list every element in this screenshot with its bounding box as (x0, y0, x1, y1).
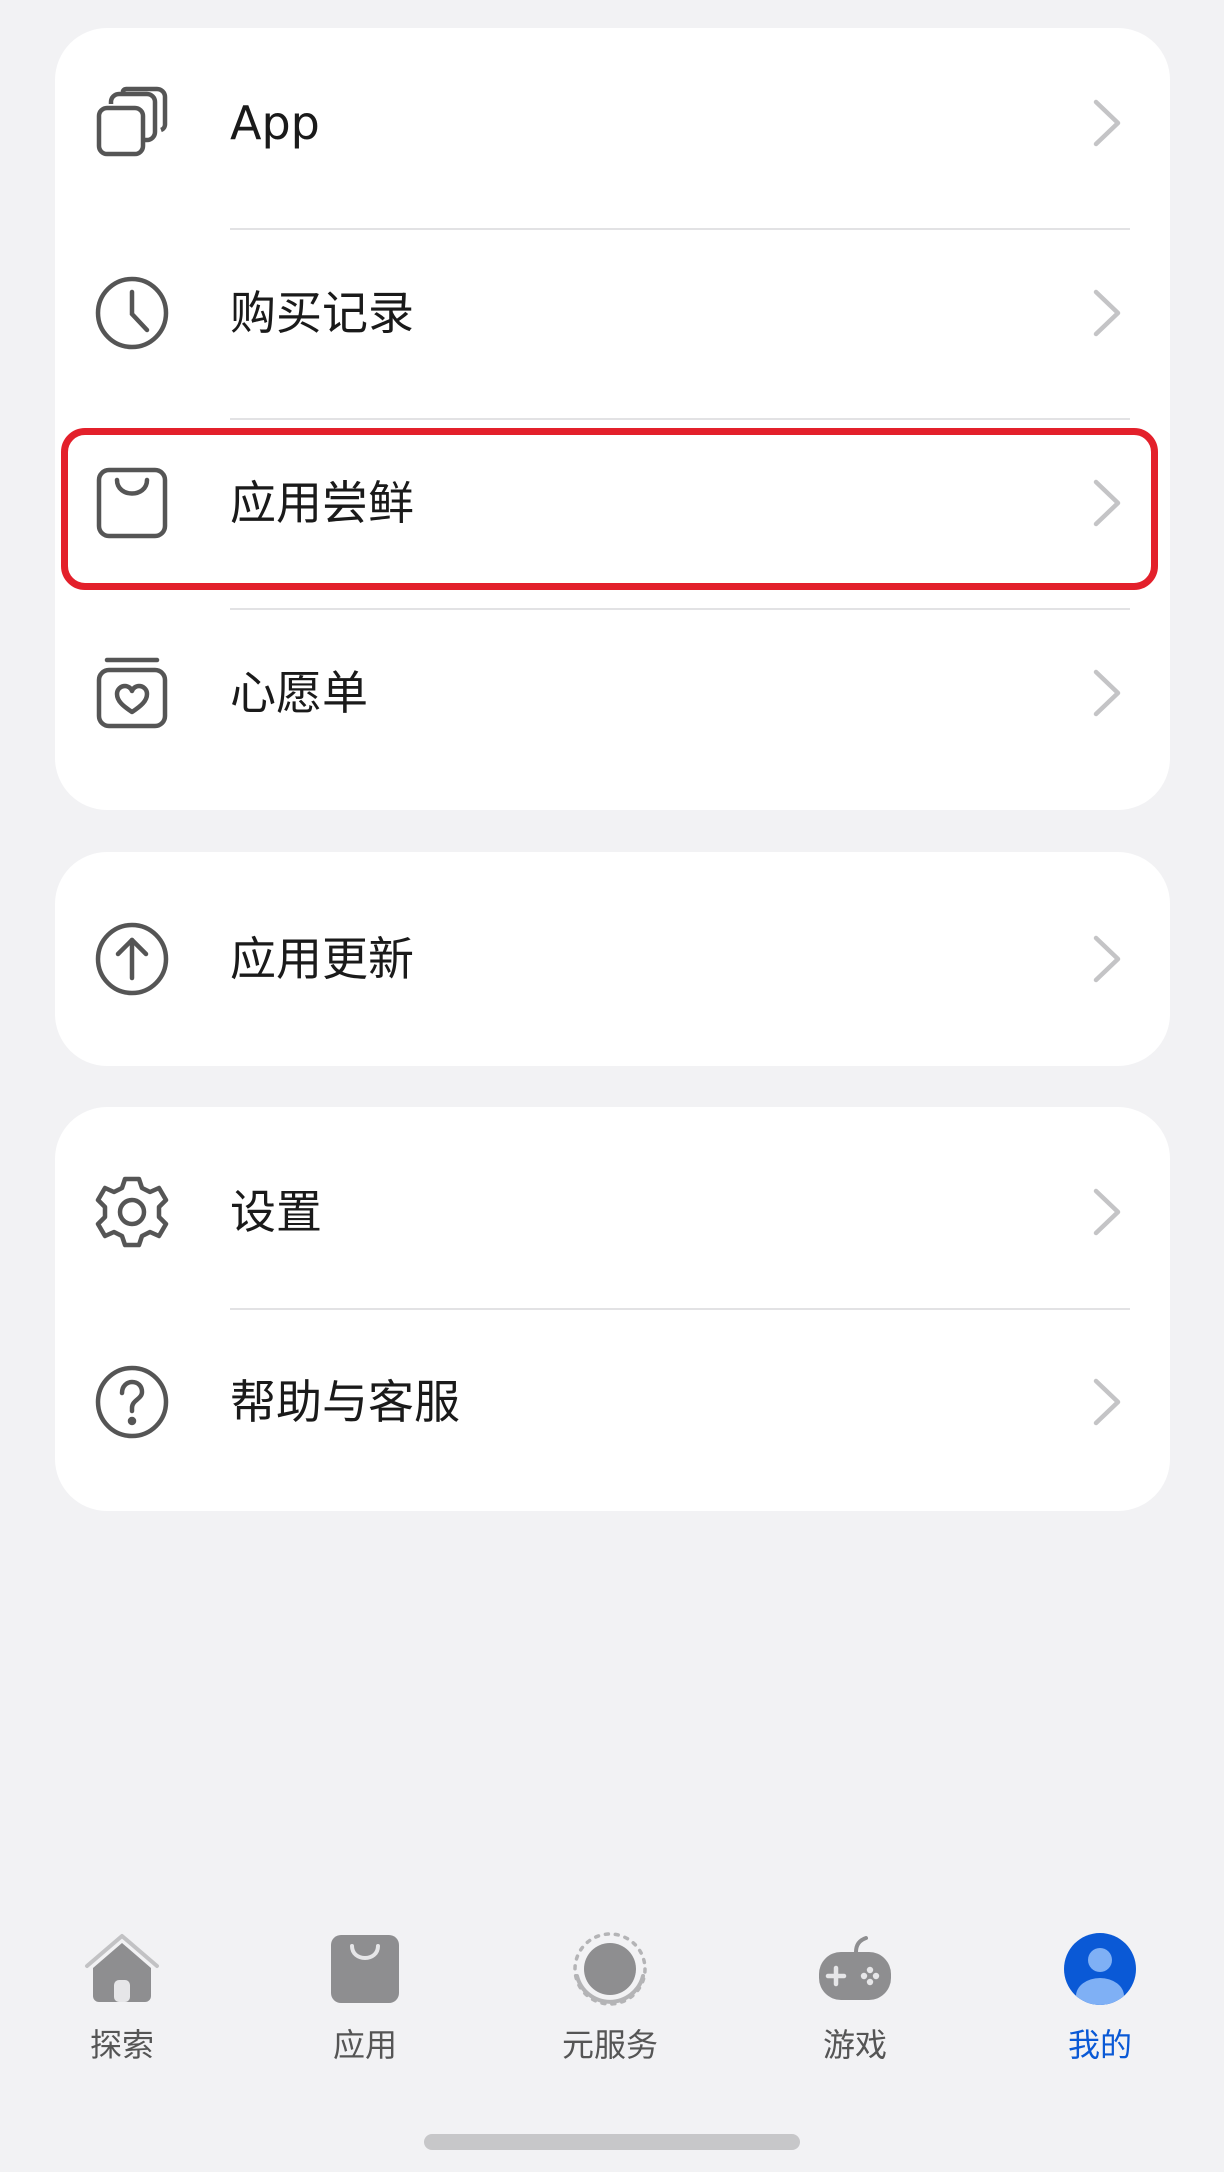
tab-apps[interactable]: 应用 (265, 1920, 465, 2070)
bottom-tab-bar: 探索 应用 元服务 游戏 我的 (0, 1920, 1224, 2070)
menu-card-3: 设置 帮助与客服 (55, 1107, 1170, 1511)
menu-item-label: App (230, 96, 320, 150)
home-icon (83, 1930, 161, 2008)
menu-card-2: 应用更新 (55, 852, 1170, 1066)
shopping-bag-icon (95, 466, 169, 540)
chevron-right-icon (1080, 98, 1130, 148)
menu-item-label: 应用更新 (230, 932, 414, 986)
chevron-right-icon (1080, 478, 1130, 528)
menu-item-label: 帮助与客服 (230, 1375, 460, 1429)
menu-card-1: App 购买记录 应用尝鲜 心愿单 (55, 28, 1170, 810)
menu-item-settings[interactable]: 设置 (55, 1117, 1170, 1307)
clock-icon (95, 276, 169, 350)
menu-item-label: 心愿单 (230, 666, 368, 720)
tab-label: 探索 (89, 2026, 154, 2064)
heart-box-icon (95, 656, 169, 730)
menu-item-app[interactable]: App (55, 28, 1170, 218)
atomic-service-icon (571, 1930, 649, 2008)
tab-explore[interactable]: 探索 (22, 1920, 222, 2070)
menu-item-app-trial[interactable]: 应用尝鲜 (55, 408, 1170, 598)
gear-icon (95, 1175, 169, 1249)
chevron-right-icon (1080, 1187, 1130, 1237)
tab-label: 元服务 (561, 2026, 658, 2064)
tab-label: 应用 (332, 2026, 397, 2064)
menu-item-help-support[interactable]: 帮助与客服 (55, 1307, 1170, 1497)
menu-item-purchase-history[interactable]: 购买记录 (55, 218, 1170, 408)
menu-item-label: 购买记录 (230, 286, 414, 340)
menu-item-wishlist[interactable]: 心愿单 (55, 598, 1170, 788)
chevron-right-icon (1080, 1377, 1130, 1427)
chevron-right-icon (1080, 668, 1130, 718)
profile-icon (1061, 1930, 1139, 2008)
bag-icon (326, 1930, 404, 2008)
question-circle-icon (95, 1365, 169, 1439)
menu-item-label: 设置 (230, 1185, 322, 1239)
tab-label: 我的 (1067, 2026, 1132, 2064)
tab-games[interactable]: 游戏 (755, 1920, 955, 2070)
gamepad-icon (816, 1930, 894, 2008)
tab-atomic-services[interactable]: 元服务 (510, 1920, 710, 2070)
tab-me[interactable]: 我的 (1000, 1920, 1200, 2070)
menu-item-label: 应用尝鲜 (230, 476, 414, 530)
menu-item-app-updates[interactable]: 应用更新 (55, 864, 1170, 1054)
home-indicator (424, 2134, 800, 2150)
arrow-up-circle-icon (95, 922, 169, 996)
chevron-right-icon (1080, 288, 1130, 338)
tab-label: 游戏 (822, 2026, 887, 2064)
chevron-right-icon (1080, 934, 1130, 984)
app-stack-icon (95, 86, 169, 160)
